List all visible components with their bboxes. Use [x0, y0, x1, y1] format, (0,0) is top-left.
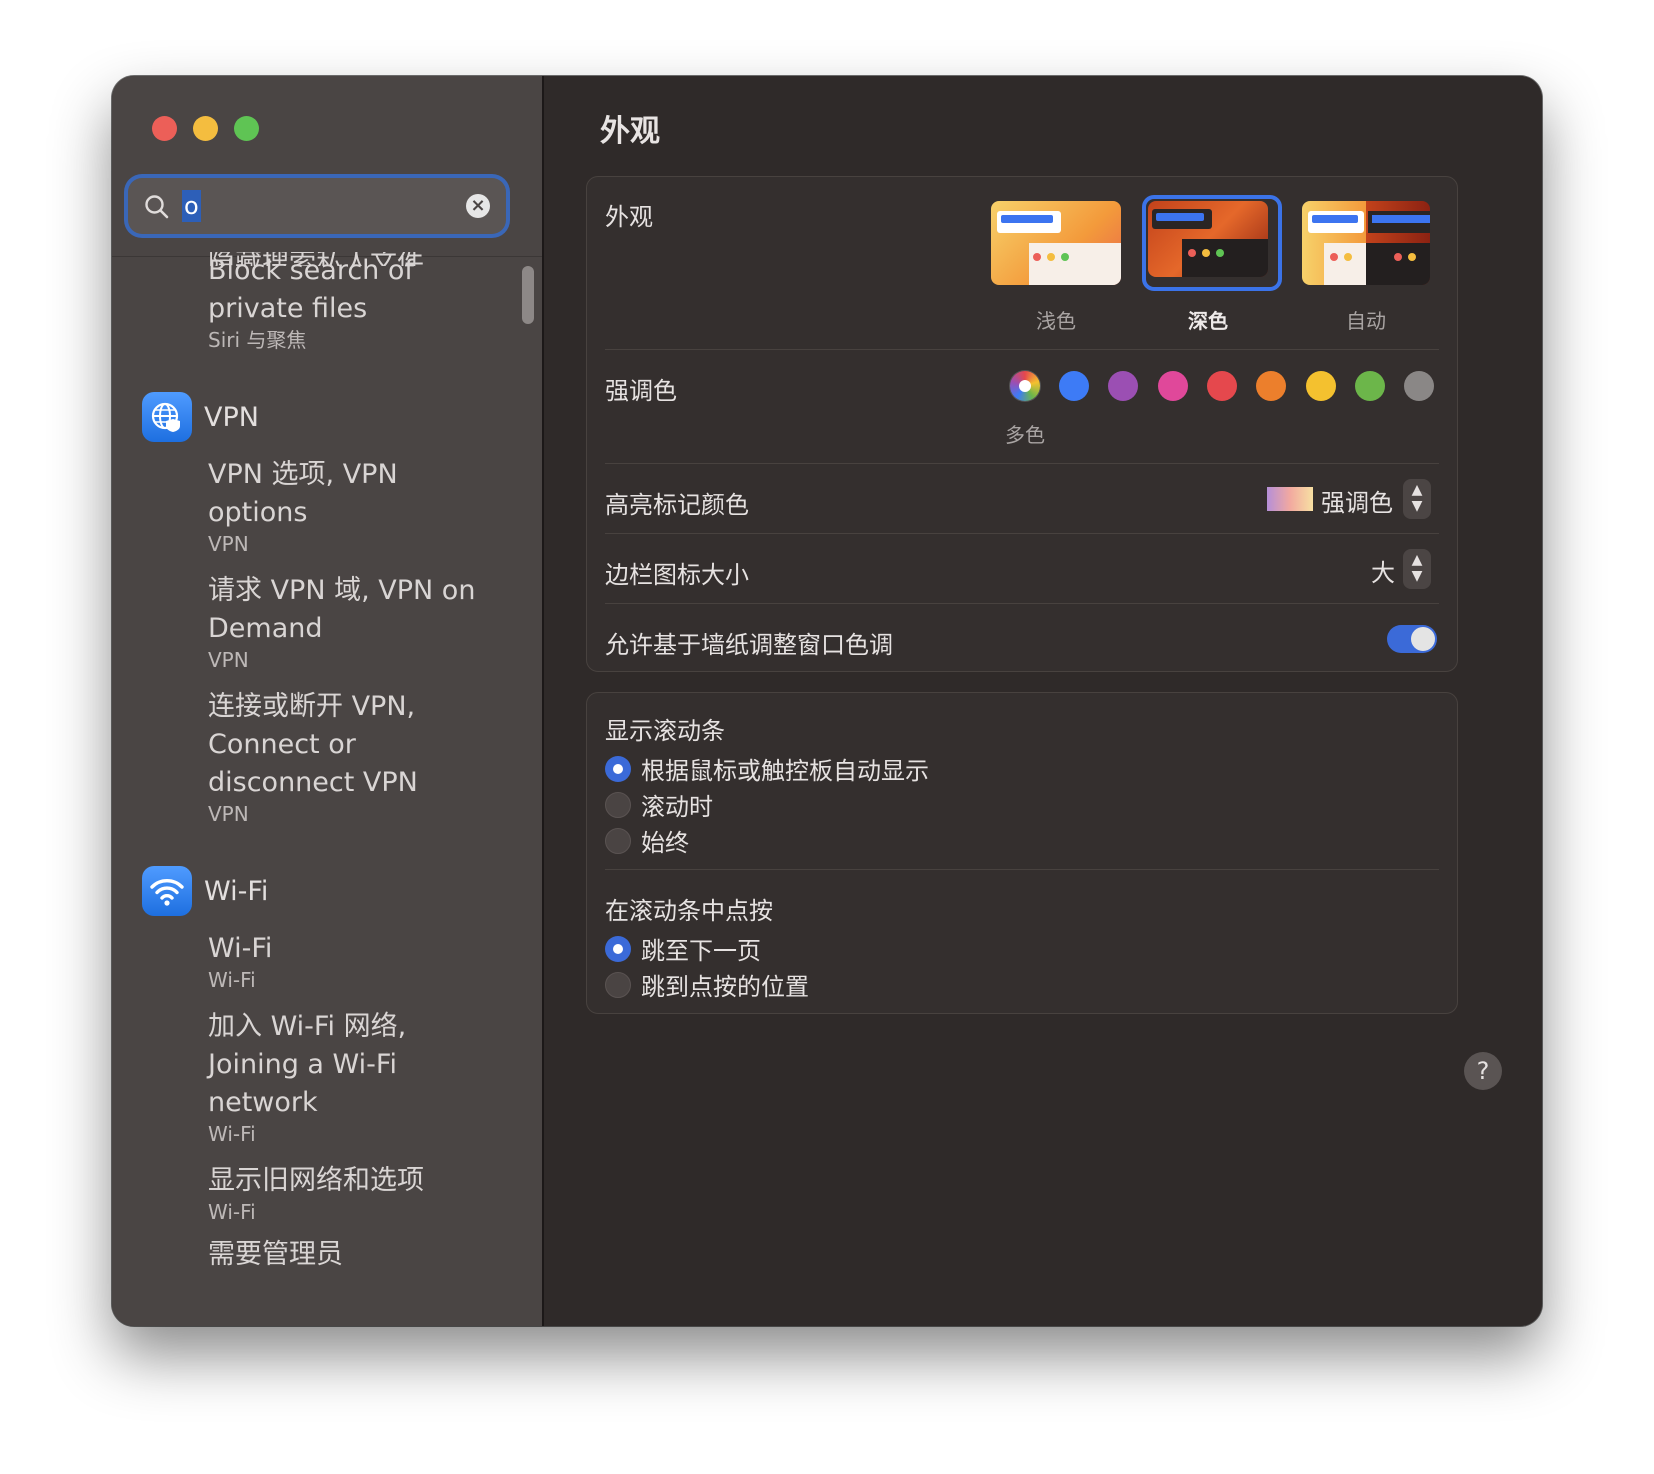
vpn-globe-icon [142, 392, 192, 442]
radio-always[interactable]: 始终 [605, 823, 689, 858]
accent-green[interactable] [1355, 371, 1385, 401]
accent-graphite[interactable] [1404, 371, 1434, 401]
radio-auto[interactable]: 根据鼠标或触控板自动显示 [605, 751, 929, 786]
radio-label: 始终 [641, 829, 689, 857]
radio-button[interactable] [605, 755, 631, 782]
search-input-value[interactable]: o [182, 190, 201, 222]
radio-label: 根据鼠标或触控板自动显示 [641, 757, 929, 785]
appearance-card: 外观 浅色 深色 自动 强调色 多色 高亮标记颜色 强调色 ▲ ▼ 边栏图标大小… [586, 176, 1458, 672]
result-subtitle: VPN [208, 532, 249, 556]
appearance-dark-option[interactable] [1148, 201, 1268, 277]
result-item[interactable]: Wi-Fi Wi-Fi [208, 930, 478, 992]
radio-when-scrolling[interactable]: 滚动时 [605, 787, 713, 822]
system-settings-window: o × 隐藏搜索私人文件, Block search of private fi… [112, 76, 1542, 1326]
result-title: VPN 选项, VPN options [208, 459, 398, 528]
click-scrollbar-label: 在滚动条中点按 [605, 897, 773, 925]
result-item-partial[interactable]: 需要管理员 [208, 1236, 478, 1274]
result-item[interactable]: 加入 Wi-Fi 网络, Joining a Wi-Fi network Wi-… [208, 1008, 478, 1146]
category-wifi: Wi-Fi [142, 866, 268, 916]
main-pane: 外观 外观 浅色 深色 自动 强调色 多色 高亮标记颜色 强调色 ▲ ▼ 边栏图… [544, 76, 1542, 1326]
close-button[interactable] [152, 116, 177, 141]
appearance-light-option[interactable] [991, 201, 1121, 285]
highlight-value[interactable]: 强调色 [1321, 483, 1393, 518]
divider [605, 533, 1439, 534]
result-subtitle: Wi-Fi [208, 1122, 256, 1146]
result-subtitle: VPN [208, 648, 249, 672]
radio-button[interactable] [605, 971, 631, 998]
radio-clicked-spot[interactable]: 跳到点按的位置 [605, 967, 809, 1002]
radio-label: 滚动时 [641, 793, 713, 821]
result-title: 连接或断开 VPN, Connect or disconnect VPN [208, 691, 418, 798]
accent-multicolor[interactable] [1010, 371, 1040, 401]
result-title: 请求 VPN 域, VPN on Demand [208, 575, 476, 644]
appearance-auto-option[interactable] [1302, 201, 1430, 285]
result-title: Block search of private files [208, 255, 414, 324]
divider [605, 869, 1439, 870]
result-subtitle: Siri 与聚焦 [208, 328, 307, 352]
appearance-label: 外观 [605, 203, 653, 231]
appearance-auto-caption: 自动 [1346, 309, 1386, 333]
result-title: 需要管理员 [208, 1239, 343, 1270]
sidebar-icon-size-value[interactable]: 大 [1371, 553, 1395, 588]
accent-pink[interactable] [1158, 371, 1188, 401]
accent-purple[interactable] [1108, 371, 1138, 401]
help-button[interactable]: ? [1464, 1052, 1502, 1090]
result-item[interactable]: 请求 VPN 域, VPN on Demand VPN [208, 572, 478, 672]
sidebar: o × 隐藏搜索私人文件, Block search of private fi… [112, 76, 544, 1326]
accent-blue[interactable] [1059, 371, 1089, 401]
accent-caption: 多色 [1005, 423, 1045, 447]
wallpaper-tint-label: 允许基于墙纸调整窗口色调 [605, 631, 893, 659]
radio-label: 跳到点按的位置 [641, 973, 809, 1001]
clear-icon[interactable]: × [466, 194, 490, 218]
category-label: VPN [204, 401, 259, 433]
result-item[interactable]: Block search of private files Siri 与聚焦 [208, 252, 478, 352]
radio-button[interactable] [605, 827, 631, 854]
show-scrollbars-label: 显示滚动条 [605, 717, 725, 745]
zoom-button[interactable] [234, 116, 259, 141]
page-title: 外观 [600, 114, 660, 149]
result-subtitle: Wi-Fi [208, 1200, 256, 1224]
wifi-icon [142, 866, 192, 916]
result-item[interactable]: 显示旧网络和选项 Wi-Fi [208, 1162, 478, 1224]
highlight-label: 高亮标记颜色 [605, 491, 749, 519]
category-label: Wi-Fi [204, 875, 269, 907]
accent-orange[interactable] [1256, 371, 1286, 401]
chevron-updown-icon[interactable]: ▲ ▼ [1403, 549, 1431, 589]
highlight-swatch [1267, 487, 1313, 511]
traffic-lights [152, 116, 259, 141]
divider [605, 349, 1439, 350]
result-item[interactable]: 连接或断开 VPN, Connect or disconnect VPN VPN [208, 688, 478, 826]
sidebar-scrollbar[interactable] [522, 266, 534, 324]
radio-label: 跳至下一页 [641, 937, 761, 965]
result-title: 加入 Wi-Fi 网络, Joining a Wi-Fi network [208, 1011, 407, 1118]
sidebar-icon-size-label: 边栏图标大小 [605, 561, 749, 589]
accent-red[interactable] [1207, 371, 1237, 401]
accent-label: 强调色 [605, 377, 677, 405]
result-subtitle: Wi-Fi [208, 968, 256, 992]
minimize-button[interactable] [193, 116, 218, 141]
radio-next-page[interactable]: 跳至下一页 [605, 931, 761, 966]
scrollbar-card: 显示滚动条 根据鼠标或触控板自动显示 滚动时 始终 在滚动条中点按 跳至下一页 [586, 692, 1458, 1014]
divider [605, 463, 1439, 464]
result-title: Wi-Fi [208, 933, 273, 964]
search-results: 隐藏搜索私人文件, Block search of private files … [112, 226, 542, 1326]
accent-yellow[interactable] [1306, 371, 1336, 401]
result-item[interactable]: VPN 选项, VPN options VPN [208, 456, 478, 556]
wallpaper-tint-toggle[interactable] [1387, 625, 1437, 653]
appearance-dark-caption: 深色 [1188, 309, 1228, 333]
radio-button[interactable] [605, 935, 631, 962]
category-vpn: VPN [142, 392, 259, 442]
appearance-light-caption: 浅色 [1036, 309, 1076, 333]
divider [605, 603, 1439, 604]
chevron-updown-icon[interactable]: ▲ ▼ [1403, 479, 1431, 519]
radio-button[interactable] [605, 791, 631, 818]
result-title: 显示旧网络和选项 [208, 1165, 424, 1196]
result-subtitle: VPN [208, 802, 249, 826]
search-icon [144, 194, 170, 224]
